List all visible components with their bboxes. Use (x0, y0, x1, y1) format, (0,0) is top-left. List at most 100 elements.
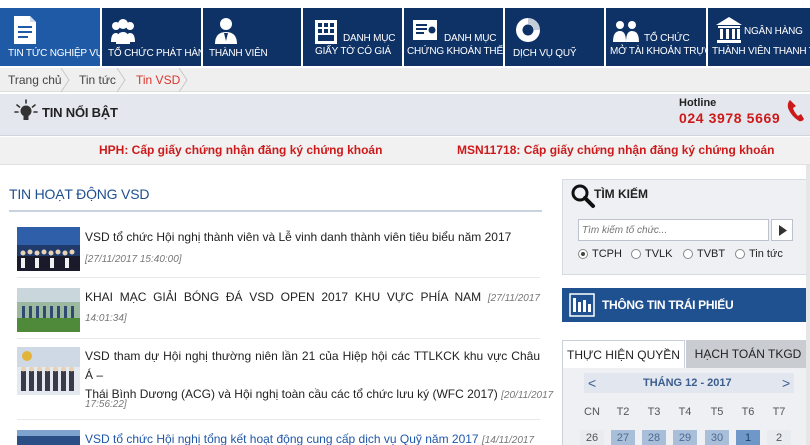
nav-label: Tổ chức phát hành (108, 48, 201, 59)
bond-info-label: THÔNG TIN TRÁI PHIẾU (602, 298, 734, 312)
lifebuoy-icon (516, 18, 540, 42)
nav-tin-tuc-nghiep-vu[interactable]: Tin tức nghiệp vụ (0, 8, 100, 66)
certificate-icon (413, 20, 437, 40)
news-thumbnail[interactable] (17, 347, 80, 395)
news-title[interactable]: VSD tổ chức Hội nghị tổng kết hoạt động … (85, 432, 479, 445)
news-date: [27/11/2017 15:40:00] (85, 254, 182, 265)
calendar-day[interactable]: 2 (767, 430, 791, 445)
scrollbar[interactable] (806, 165, 810, 445)
radio-label: TVLK (645, 248, 673, 260)
featured-title: TIN NỔI BẬT (42, 105, 118, 120)
calendar-day[interactable]: 26 (580, 430, 604, 445)
play-icon (779, 225, 787, 236)
calendar-weekday: T5 (710, 406, 724, 418)
nav-label-line1: Tổ chức (644, 33, 690, 44)
hotline-number[interactable]: 024 3978 5669 (679, 110, 780, 126)
nav-danh-muc-chung-khoan-the-chap[interactable]: Danh mục chứng khoán thế chấp (404, 8, 503, 66)
document-icon (14, 16, 36, 44)
breadcrumb-current: Tin VSD (136, 73, 181, 87)
phone-icon (787, 100, 804, 122)
nav-ngan-hang-thanh-vien[interactable]: Ngân hàng thành viên thanh toán (708, 8, 810, 66)
radio-tin-tuc[interactable] (735, 249, 745, 259)
news-thumbnail[interactable] (17, 227, 80, 271)
tab-thuc-hien-quyen[interactable]: THỰC HIỆN QUYỀN (562, 340, 685, 368)
radio-label: Tin tức (749, 248, 783, 260)
news-date: [20/11/2017 (501, 390, 554, 401)
search-icon (571, 184, 595, 208)
nav-thanh-vien[interactable]: Thành viên (203, 8, 301, 66)
nav-label-line1: Ngân hàng (744, 26, 803, 37)
nav-danh-muc-giay-to-co-gia[interactable]: Danh mục giấy tờ có giá (303, 8, 402, 66)
tab-bar: THỰC HIỆN QUYỀN HẠCH TOÁN TKGD (562, 340, 810, 368)
news-title[interactable]: VSD tổ chức Hội nghị thành viên và Lễ vi… (85, 228, 540, 247)
ticker-item[interactable]: MSN11718: Cấp giấy chứng nhận đăng ký ch… (457, 143, 774, 157)
radio-tvlk[interactable] (631, 249, 641, 259)
nav-label: Thành viên (209, 48, 268, 59)
calendar-next-button[interactable]: > (782, 375, 790, 391)
calendar-day[interactable]: 1 (736, 430, 760, 445)
news-item[interactable]: KHAI MẠC GIẢI BÓNG ĐÁ VSD OPEN 2017 KHU … (85, 288, 540, 328)
news-item[interactable]: VSD tham dự Hội nghị thường niên lần 21 … (85, 347, 553, 405)
divider (17, 338, 540, 339)
news-date: [14/11/2017 (481, 435, 535, 445)
chevron-right-icon (178, 68, 188, 92)
breadcrumb: Trang chủ Tin tức Tin VSD (0, 68, 810, 92)
calendar-weekday: CN (584, 406, 600, 418)
calendar-month: THÁNG 12 - 2017 (643, 377, 732, 389)
nav-to-chuc-phat-hanh[interactable]: Tổ chức phát hành (102, 8, 201, 66)
top-navigation: Tin tức nghiệp vụ Tổ chức phát hành Thàn… (0, 8, 810, 66)
nav-label-line2: chứng khoán thế chấp (407, 46, 503, 57)
radio-tvbt[interactable] (683, 249, 693, 259)
search-submit-button[interactable] (771, 219, 793, 241)
chevron-right-icon (60, 68, 70, 92)
team-icon (613, 21, 639, 42)
calendar-day[interactable]: 30 (705, 430, 729, 445)
calendar-weekday: T3 (647, 406, 661, 418)
news-date-continued: 17:56:22] (85, 399, 127, 410)
calendar-weekday: T7 (772, 406, 786, 418)
building-icon (569, 293, 595, 317)
tab-hach-toan-tkgd[interactable]: HẠCH TOÁN TKGD (686, 340, 810, 368)
nav-dich-vu-quy[interactable]: Dịch vụ quỹ (505, 8, 604, 66)
nav-label-line1: Danh mục (343, 33, 396, 44)
ticker-item[interactable]: HPH: Cấp giấy chứng nhận đăng ký chứng k… (99, 143, 382, 157)
nav-to-chuc-mo-tai-khoan[interactable]: Tổ chức mở tài khoản trực tiếp (606, 8, 706, 66)
nav-label: Dịch vụ quỹ (513, 48, 577, 59)
nav-label-line2: thành viên thanh toán (712, 46, 810, 57)
news-title[interactable]: KHAI MẠC GIẢI BÓNG ĐÁ VSD OPEN 2017 KHU … (85, 290, 481, 304)
news-thumbnail[interactable] (17, 430, 80, 445)
news-item[interactable]: VSD tổ chức Hội nghị thành viên và Lễ vi… (85, 228, 540, 247)
section-title: Tin hoạt động VSD (9, 186, 150, 202)
calendar-day[interactable]: 29 (673, 430, 697, 445)
chevron-right-icon (116, 68, 126, 92)
nav-label-line1: Danh mục (444, 33, 497, 44)
radio-label: TVBT (697, 248, 726, 260)
search-input[interactable] (578, 219, 769, 241)
news-item[interactable]: VSD tổ chức Hội nghị tổng kết hoạt động … (85, 430, 540, 445)
divider (17, 419, 540, 420)
person-icon (215, 18, 237, 44)
calendar-day[interactable]: 28 (642, 430, 666, 445)
news-title-line[interactable]: Thái Bình Dương (ACG) và Hội nghị toàn c… (85, 387, 498, 401)
bond-info-banner[interactable]: THÔNG TIN TRÁI PHIẾU (562, 288, 810, 322)
calculator-icon (315, 20, 337, 44)
nav-label-line2: mở tài khoản trực tiếp (610, 46, 706, 57)
nav-label: Tin tức nghiệp vụ (8, 48, 100, 59)
radio-label: TCPH (592, 248, 622, 260)
nav-label-line2: giấy tờ có giá (315, 46, 391, 57)
breadcrumb-news[interactable]: Tin tức (79, 68, 116, 92)
news-title-line[interactable]: VSD tham dự Hội nghị thường niên lần 21 … (85, 347, 540, 385)
hotline-label: Hotline (679, 97, 717, 109)
featured-bar: TIN NỔI BẬT Hotline 024 3978 5669 (0, 94, 810, 136)
news-thumbnail[interactable] (17, 288, 80, 332)
bank-icon (716, 17, 742, 43)
radio-tcph[interactable] (578, 249, 588, 259)
calendar-day[interactable]: 27 (611, 430, 635, 445)
breadcrumb-home[interactable]: Trang chủ (8, 68, 62, 92)
news-ticker: HPH: Cấp giấy chứng nhận đăng ký chứng k… (0, 137, 810, 165)
search-title: TÌM KIẾM (594, 187, 648, 201)
calendar-prev-button[interactable]: < (588, 375, 596, 391)
calendar-weekday: T6 (741, 406, 755, 418)
calendar-weekday: T2 (616, 406, 630, 418)
section-divider (9, 210, 542, 212)
